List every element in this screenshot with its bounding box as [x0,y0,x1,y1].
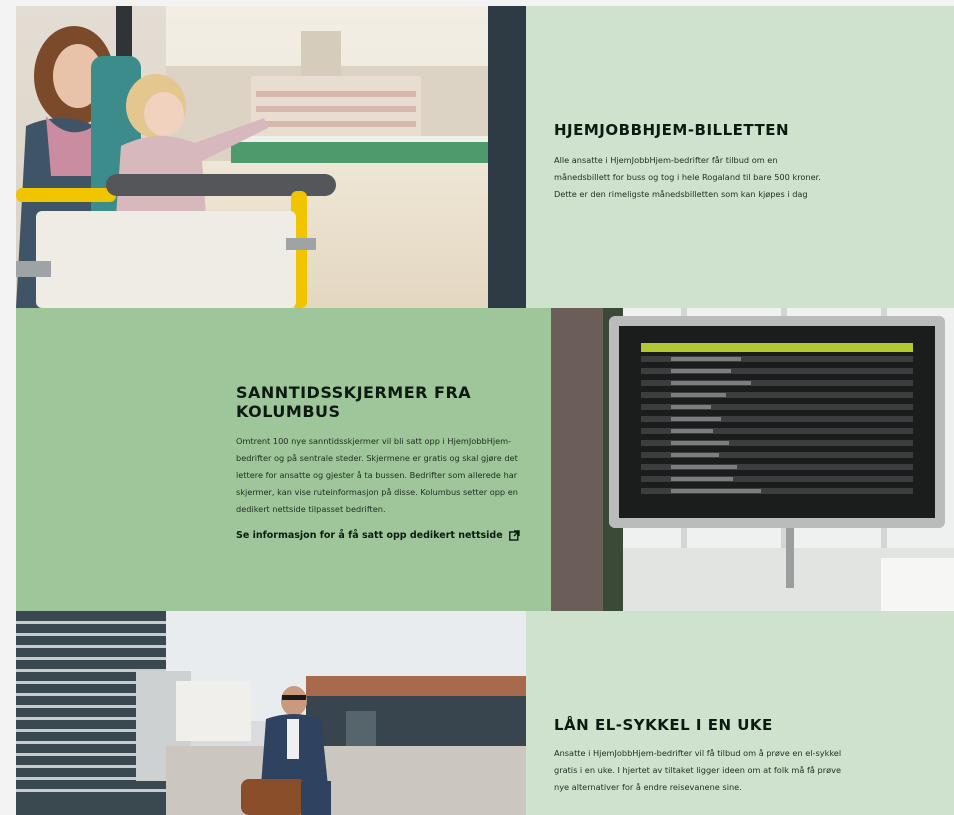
section-sanntidsskjermer: SANNTIDSSKJERMER FRA KOLUMBUS Omtrent 10… [16,308,954,611]
billetten-text-panel: HJEMJOBBHJEM-BILLETTEN Alle ansatte i Hj… [526,6,954,308]
section-hjemjobbhjem-billetten: HJEMJOBBHJEM-BILLETTEN Alle ansatte i Hj… [16,6,954,308]
screen-photo [551,308,954,611]
section-body: Omtrent 100 nye sanntidsskjermer vil bli… [236,436,518,514]
section-el-sykkel: LÅN EL-SYKKEL I EN UKE Ansatte i HjemJob… [16,611,954,815]
section-title: HJEMJOBBHJEM-BILLETTEN [554,121,790,139]
link-label: Se informasjon for å få satt opp dediker… [236,530,503,541]
bus-photo [16,6,526,308]
bike-photo [16,611,526,815]
section-title: LÅN EL-SYKKEL I EN UKE [554,716,773,734]
sanntid-text-panel: SANNTIDSSKJERMER FRA KOLUMBUS Omtrent 10… [16,308,551,611]
section-body: Alle ansatte i HjemJobbHjem-bedrifter få… [554,155,821,199]
el-sykkel-text-panel: LÅN EL-SYKKEL I EN UKE Ansatte i HjemJob… [526,611,954,815]
section-title: SANNTIDSSKJERMER FRA KOLUMBUS [236,383,472,421]
external-link-icon [508,530,520,541]
section-body: Ansatte i HjemJobbHjem-bedrifter vil få … [554,748,842,792]
page-content: HJEMJOBBHJEM-BILLETTEN Alle ansatte i Hj… [16,6,954,815]
dedicated-site-info-link[interactable]: Se informasjon for å få satt opp dediker… [236,530,520,541]
